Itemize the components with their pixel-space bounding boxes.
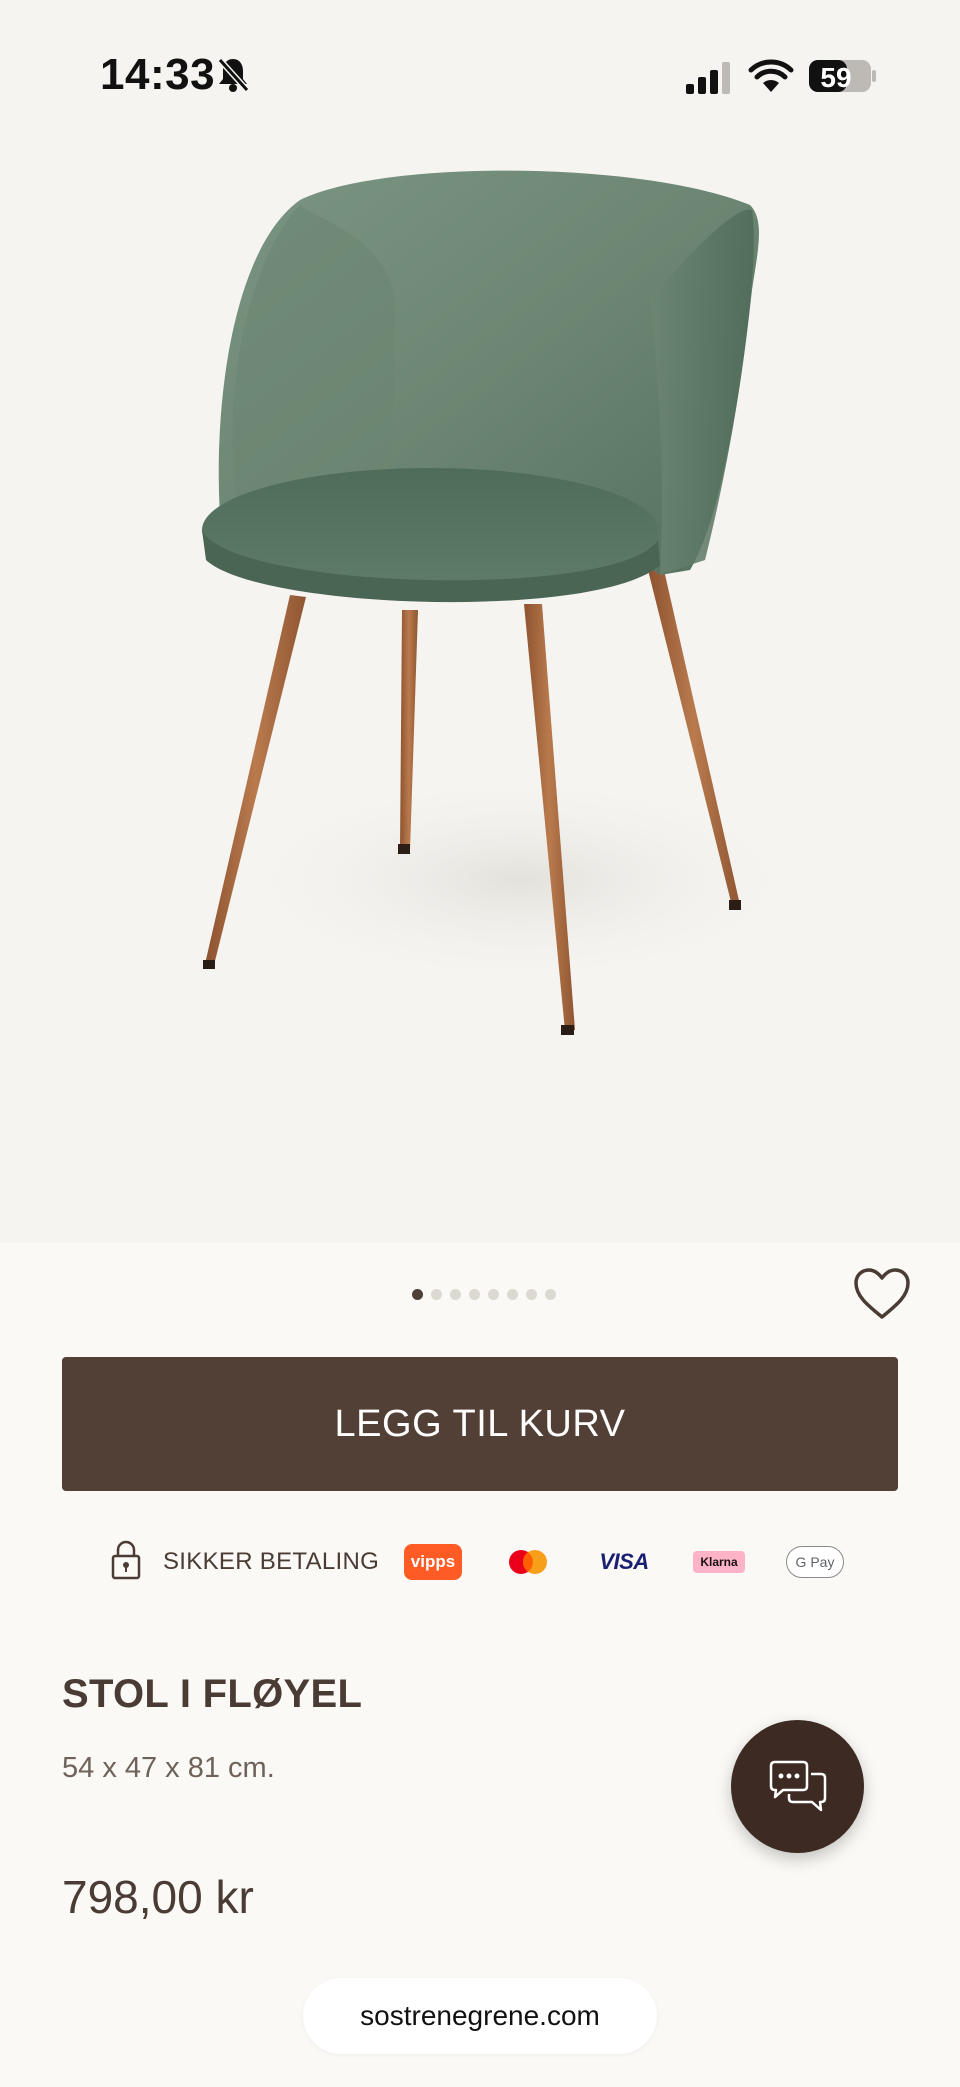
lock-icon bbox=[111, 1540, 141, 1580]
add-to-cart-button[interactable]: LEGG TIL KURV bbox=[62, 1357, 898, 1491]
carousel-dot[interactable] bbox=[507, 1288, 518, 1300]
secure-payment-row: SIKKER BETALING vipps VISA Klarna G Pay bbox=[0, 1540, 960, 1584]
product-image[interactable] bbox=[0, 0, 960, 1243]
battery-level: 59 bbox=[820, 62, 852, 93]
product-price: 798,00 kr bbox=[62, 1871, 254, 1923]
bell-slash-icon bbox=[217, 57, 250, 93]
chair-image bbox=[202, 170, 820, 1035]
browser-url-bar[interactable]: sostrenegrene.com bbox=[303, 1978, 657, 2054]
google-pay-logo: G Pay bbox=[786, 1546, 844, 1578]
add-to-cart-label: LEGG TIL KURV bbox=[334, 1402, 626, 1445]
carousel-dot[interactable] bbox=[412, 1288, 423, 1300]
klarna-logo: Klarna bbox=[693, 1551, 745, 1573]
carousel-dots[interactable] bbox=[412, 1287, 556, 1301]
carousel-dot[interactable] bbox=[450, 1288, 461, 1300]
vipps-logo: vipps bbox=[404, 1544, 462, 1580]
carousel-dot[interactable] bbox=[469, 1288, 480, 1300]
visa-logo: VISA bbox=[599, 1549, 649, 1574]
chat-button[interactable] bbox=[731, 1720, 864, 1853]
carousel-dot[interactable] bbox=[431, 1288, 442, 1300]
heart-icon[interactable] bbox=[852, 1266, 912, 1322]
cellular-signal-icon bbox=[686, 62, 730, 94]
browser-url: sostrenegrene.com bbox=[360, 2000, 600, 2031]
carousel-dot[interactable] bbox=[526, 1288, 537, 1300]
status-bar: 14:33 59 bbox=[0, 0, 960, 130]
carousel-dot[interactable] bbox=[545, 1288, 556, 1300]
mastercard-logo bbox=[508, 1544, 548, 1580]
product-title: STOL I FLØYEL bbox=[62, 1672, 363, 1716]
status-time: 14:33 bbox=[100, 50, 216, 99]
carousel-dot[interactable] bbox=[488, 1288, 499, 1300]
wifi-icon bbox=[748, 59, 794, 92]
secure-payment-label: SIKKER BETALING bbox=[163, 1548, 380, 1575]
chat-bubbles-icon bbox=[769, 1760, 826, 1811]
product-dimensions: 54 x 47 x 81 cm. bbox=[62, 1752, 275, 1784]
